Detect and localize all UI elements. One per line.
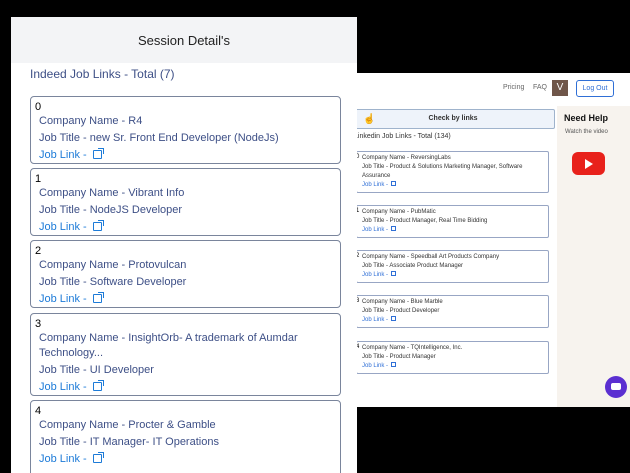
job-link-label[interactable]: Job Link -	[39, 221, 87, 233]
job-link-label[interactable]: Job Link -	[362, 317, 388, 323]
list-item: 1 Company Name - PubMatic Job Title - Pr…	[356, 205, 549, 238]
external-link-icon[interactable]	[391, 271, 397, 276]
job-title: Job Title - Associate Product Manager	[362, 263, 464, 269]
youtube-play-icon[interactable]	[572, 152, 605, 175]
job-link[interactable]: Job Link -	[35, 292, 336, 306]
pointer-cursor-icon: ☝	[363, 114, 376, 125]
pricing-link[interactable]: Pricing	[503, 84, 524, 91]
item-index: 4	[35, 405, 42, 417]
watch-video-subtitle: Watch the video	[565, 129, 608, 135]
external-link-icon[interactable]	[92, 292, 104, 303]
logout-button[interactable]: Log Out	[576, 80, 614, 97]
top-nav: Pricing FAQ V Log Out	[340, 73, 630, 106]
job-title: Job Title - IT Manager- IT Operations	[39, 436, 219, 448]
external-link-icon[interactable]	[92, 380, 104, 391]
list-item: 4 Company Name - Procter & Gamble Job Ti…	[30, 400, 341, 473]
external-link-icon[interactable]	[92, 220, 104, 231]
item-index: 2	[35, 245, 42, 257]
company-name: Company Name - Protovulcan	[39, 259, 187, 271]
job-link[interactable]: Job Link -	[362, 362, 545, 371]
list-item: 1 Company Name - Vibrant Info Job Title …	[30, 168, 341, 236]
job-link-label[interactable]: Job Link -	[362, 182, 388, 188]
list-item: 3 Company Name - Blue Marble Job Title -…	[356, 295, 549, 328]
external-link-icon[interactable]	[391, 226, 397, 231]
company-name: Company Name - Blue Marble	[362, 299, 443, 305]
list-item: 2 Company Name - Protovulcan Job Title -…	[30, 240, 341, 308]
company-name: Company Name - PubMatic	[362, 209, 436, 215]
company-name: Company Name - TQIntelligence, Inc.	[362, 345, 463, 351]
job-title: Job Title - new Sr. Front End Developer …	[39, 132, 279, 144]
job-link-label[interactable]: Job Link -	[39, 381, 87, 393]
list-item: 3 Company Name - InsightOrb- A trademark…	[30, 313, 341, 396]
job-link[interactable]: Job Link -	[362, 226, 545, 235]
job-title: Job Title - UI Developer	[39, 364, 154, 376]
job-title: Job Title - Product & Solutions Marketin…	[362, 164, 523, 179]
company-name: Company Name - R4	[39, 115, 143, 127]
item-index: 1	[35, 173, 42, 185]
external-link-icon[interactable]	[92, 452, 104, 463]
linkedin-window: Pricing FAQ V Log Out Check by links ☝ L…	[340, 73, 630, 407]
job-title: Job Title - Product Manager	[362, 354, 436, 360]
page-title: Session Detail's	[11, 17, 357, 63]
job-link[interactable]: Job Link -	[362, 316, 545, 325]
company-name: Company Name - ReversingLabs	[362, 155, 451, 161]
linkedin-main: Check by links ☝ Linkedin Job Links - To…	[340, 106, 557, 407]
item-index: 3	[35, 318, 42, 330]
list-item: 0 Company Name - ReversingLabs Job Title…	[356, 151, 549, 193]
company-name: Company Name - Vibrant Info	[39, 187, 185, 199]
job-link[interactable]: Job Link -	[35, 380, 336, 394]
job-link[interactable]: Job Link -	[35, 148, 336, 162]
job-link-label[interactable]: Job Link -	[39, 293, 87, 305]
job-link-label[interactable]: Job Link -	[39, 453, 87, 465]
job-title: Job Title - Product Developer	[362, 308, 440, 314]
job-link-label[interactable]: Job Link -	[362, 272, 388, 278]
faq-link[interactable]: FAQ	[533, 84, 547, 91]
item-index: 0	[35, 101, 42, 113]
help-panel: Need Help Watch the video	[557, 106, 630, 407]
external-link-icon[interactable]	[391, 181, 397, 186]
external-link-icon[interactable]	[92, 148, 104, 159]
session-detail-panel: Session Detail's Indeed Job Links - Tota…	[11, 17, 357, 473]
job-link-label[interactable]: Job Link -	[362, 227, 388, 233]
job-link[interactable]: Job Link -	[35, 452, 336, 466]
list-item: 0 Company Name - R4 Job Title - new Sr. …	[30, 96, 341, 164]
job-link[interactable]: Job Link -	[35, 220, 336, 234]
company-name: Company Name - Speedball Art Products Co…	[362, 254, 500, 260]
job-title: Job Title - NodeJS Developer	[39, 204, 183, 216]
chat-icon[interactable]	[605, 376, 627, 398]
list-item: 2 Company Name - Speedball Art Products …	[356, 250, 549, 283]
need-help-title: Need Help	[564, 113, 609, 123]
job-title: Job Title - Software Developer	[39, 276, 187, 288]
job-link-label[interactable]: Job Link -	[39, 149, 87, 161]
indeed-list-title: Indeed Job Links - Total (7)	[30, 67, 175, 81]
external-link-icon[interactable]	[391, 316, 397, 321]
job-link[interactable]: Job Link -	[362, 181, 545, 190]
check-by-links-button[interactable]: Check by links	[351, 109, 555, 129]
linkedin-list-title: Linkedin Job Links - Total (134)	[354, 133, 451, 140]
job-link[interactable]: Job Link -	[362, 271, 545, 280]
avatar[interactable]: V	[552, 80, 568, 96]
company-name: Company Name - InsightOrb- A trademark o…	[39, 332, 298, 359]
external-link-icon[interactable]	[391, 362, 397, 367]
company-name: Company Name - Procter & Gamble	[39, 419, 216, 431]
list-item: 4 Company Name - TQIntelligence, Inc. Jo…	[356, 341, 549, 374]
job-title: Job Title - Product Manager, Real Time B…	[362, 218, 488, 224]
job-link-label[interactable]: Job Link -	[362, 363, 388, 369]
